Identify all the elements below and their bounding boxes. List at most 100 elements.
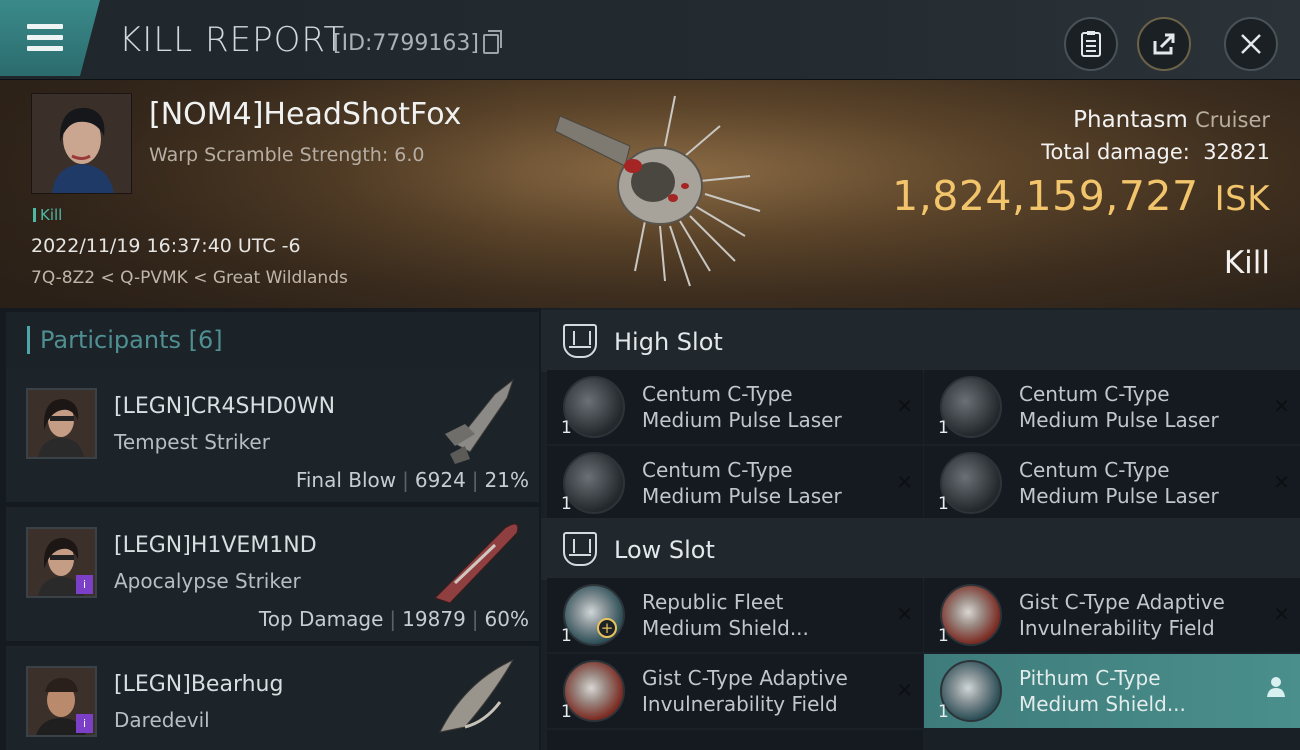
module-item[interactable]: 1 Centum C-Type Medium Pulse Laser ✕ xyxy=(924,446,1300,520)
pulse-laser-icon xyxy=(940,376,1002,438)
item-quantity: 1 xyxy=(561,702,572,722)
item-name-line2: Invulnerability Field xyxy=(642,692,838,716)
shield-module-icon xyxy=(563,584,625,646)
item-name: Pithum C-Type Medium Shield... xyxy=(1019,665,1259,717)
item-name-line2: Medium Shield... xyxy=(1019,692,1186,716)
item-name-line1: Pithum C-Type xyxy=(1019,666,1161,690)
participant-name: [LEGN]H1VEM1ND xyxy=(114,533,317,558)
high-slot-icon xyxy=(563,324,597,358)
participant-ship-image xyxy=(434,523,519,604)
module-item[interactable]: 1 Centum C-Type Medium Pulse Laser ✕ xyxy=(547,370,923,444)
share-button[interactable] xyxy=(1137,17,1191,71)
low-slot-label: Low Slot xyxy=(614,536,715,564)
ship-class: Cruiser xyxy=(1195,108,1270,132)
victim-avatar[interactable] xyxy=(31,93,132,194)
pulse-laser-icon xyxy=(563,452,625,514)
close-x-icon: ✕ xyxy=(1273,602,1290,626)
plus-icon: + xyxy=(597,618,617,638)
menu-button[interactable] xyxy=(0,0,100,76)
share-icon xyxy=(1153,33,1175,55)
module-item-selected[interactable]: 1 Pithum C-Type Medium Shield... xyxy=(924,654,1300,728)
victim-ship-image[interactable] xyxy=(545,86,775,296)
isk-amount: 1,824,159,727 xyxy=(892,172,1199,220)
clipboard-icon xyxy=(1081,31,1101,57)
participant-card[interactable]: [LEGN]CR4SHD0WN Tempest Striker Final Bl… xyxy=(6,368,539,502)
warp-scramble-strength: Warp Scramble Strength: 6.0 xyxy=(149,144,425,166)
kill-timestamp: 2022/11/19 16:37:40 UTC -6 xyxy=(31,235,301,257)
participant-stats: Top Damage | 19879 | 60% xyxy=(258,607,529,631)
total-damage-label: Total damage: xyxy=(1041,140,1190,164)
participant-name: [LEGN]CR4SHD0WN xyxy=(114,394,336,419)
victim-banner: [NOM4]HeadShotFox Warp Scramble Strength… xyxy=(0,80,1300,308)
participant-ship: Tempest Striker xyxy=(114,430,270,454)
report-id: [ID:7799163] xyxy=(333,31,479,56)
item-name: Centum C-Type Medium Pulse Laser xyxy=(1019,457,1259,509)
module-item[interactable]: 1 Gist C-Type Adaptive Invulnerability Fi… xyxy=(547,654,923,728)
item-name-line1: Centum C-Type xyxy=(642,382,793,406)
close-x-icon: ✕ xyxy=(896,470,913,494)
item-name-line2: Medium Pulse Laser xyxy=(1019,408,1219,432)
participant-role: Top Damage xyxy=(258,607,384,631)
item-name: Centum C-Type Medium Pulse Laser xyxy=(642,457,882,509)
close-x-icon: ✕ xyxy=(896,394,913,418)
item-name-line1: Centum C-Type xyxy=(642,458,793,482)
close-icon xyxy=(1241,34,1261,54)
total-damage: Total damage: 32821 xyxy=(1041,140,1270,164)
participant-stats: Final Blow | 6924 | 21% xyxy=(295,468,529,492)
participant-card[interactable]: i [LEGN]H1VEM1ND Apocalypse Striker Top … xyxy=(6,507,539,641)
info-badge: i xyxy=(76,575,93,594)
module-item[interactable] xyxy=(547,730,923,750)
participants-header: Participants [6] xyxy=(6,312,539,370)
copy-icon[interactable] xyxy=(483,30,502,54)
avatar xyxy=(26,388,97,459)
participant-damage: 19879 xyxy=(402,607,466,631)
close-x-icon: ✕ xyxy=(896,678,913,702)
shield-module-icon xyxy=(563,660,625,722)
avatar: i xyxy=(26,527,97,598)
kill-result: Kill xyxy=(1223,245,1270,281)
item-name-line2: Medium Pulse Laser xyxy=(642,484,842,508)
item-quantity: 1 xyxy=(561,494,572,514)
shield-module-icon xyxy=(940,584,1002,646)
pulse-laser-icon xyxy=(940,452,1002,514)
ship-name: Phantasm xyxy=(1073,107,1188,133)
item-name: Gist C-Type Adaptive Invulnerability Fiel… xyxy=(1019,589,1259,641)
module-item[interactable]: 1 Centum C-Type Medium Pulse Laser ✕ xyxy=(924,370,1300,444)
participant-percent: 21% xyxy=(484,468,529,492)
participants-label: Participants xyxy=(40,326,181,354)
info-badge: i xyxy=(76,714,93,733)
item-quantity: 1 xyxy=(561,626,572,646)
high-slot-header: High Slot xyxy=(541,310,1300,372)
low-slot-icon xyxy=(563,532,597,566)
item-name: Centum C-Type Medium Pulse Laser xyxy=(642,381,882,433)
victim-name[interactable]: [NOM4]HeadShotFox xyxy=(149,97,461,132)
participant-card[interactable]: i [LEGN]Bearhug Daredevil xyxy=(6,646,539,750)
item-name-line1: Centum C-Type xyxy=(1019,382,1170,406)
victim-ship[interactable]: Phantasm Cruiser xyxy=(1073,107,1270,133)
participants-count: [6] xyxy=(188,326,223,354)
kill-location[interactable]: 7Q-8Z2 < Q-PVMK < Great Wildlands xyxy=(31,268,348,288)
module-item[interactable]: 1 Gist C-Type Adaptive Invulnerability Fi… xyxy=(924,578,1300,652)
victim-portrait-image xyxy=(32,94,131,193)
item-quantity: 1 xyxy=(561,418,572,438)
avatar: i xyxy=(26,666,97,737)
close-button[interactable] xyxy=(1224,17,1278,71)
hamburger-icon xyxy=(27,24,63,57)
pulse-laser-icon xyxy=(563,376,625,438)
item-name-line1: Centum C-Type xyxy=(1019,458,1170,482)
participant-ship-image xyxy=(439,658,515,733)
item-quantity: 1 xyxy=(938,418,949,438)
clipboard-button[interactable] xyxy=(1064,17,1118,71)
participant-ship: Daredevil xyxy=(114,708,210,732)
isk-value: 1,824,159,727 ISK xyxy=(892,172,1270,220)
item-name: Republic Fleet Medium Shield... xyxy=(642,589,882,641)
close-x-icon: ✕ xyxy=(1273,470,1290,494)
participants-panel: Participants [6] [LEGN]CR4SHD0WN Tempest… xyxy=(0,308,541,750)
module-item[interactable]: 1 Centum C-Type Medium Pulse Laser ✕ xyxy=(547,446,923,520)
participants-title: Participants [6] xyxy=(27,326,223,354)
shield-module-icon xyxy=(940,660,1002,722)
total-damage-value: 32821 xyxy=(1203,140,1270,164)
module-item[interactable]: + 1 Republic Fleet Medium Shield... ✕ xyxy=(547,578,923,652)
item-name-line2: Medium Shield... xyxy=(642,616,809,640)
item-name: Gist C-Type Adaptive Invulnerability Fiel… xyxy=(642,665,882,717)
